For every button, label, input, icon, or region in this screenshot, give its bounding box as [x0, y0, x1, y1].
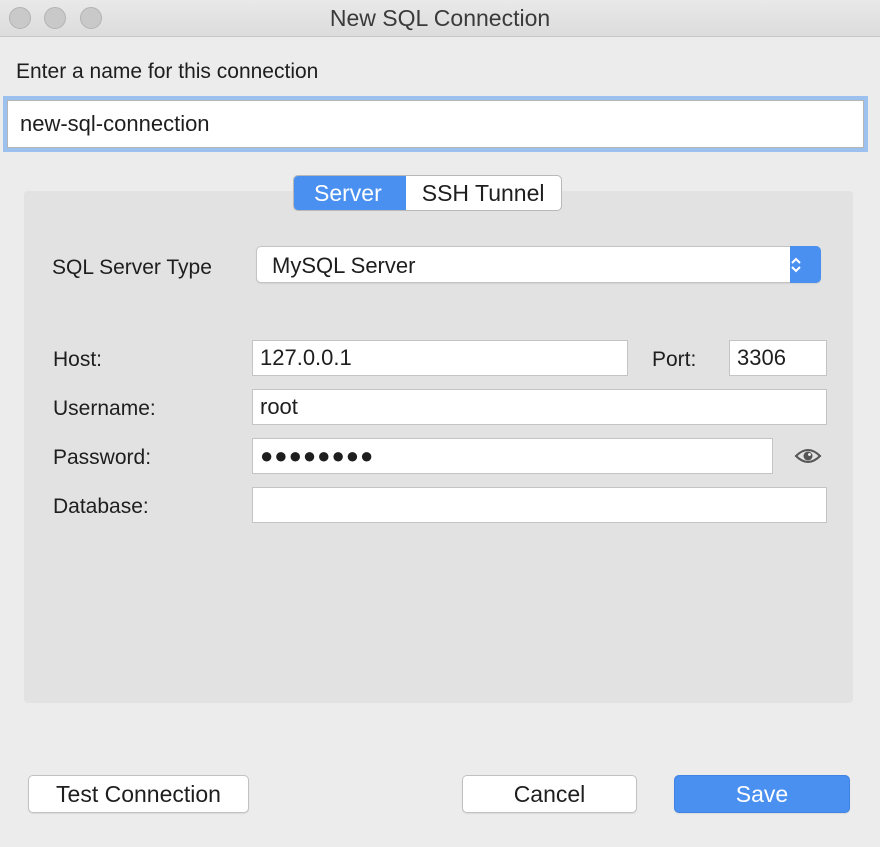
port-label: Port: [652, 348, 697, 371]
database-label: Database: [53, 495, 149, 518]
username-input[interactable] [252, 389, 827, 425]
database-input[interactable] [252, 487, 827, 523]
tab-server[interactable]: Server [294, 176, 406, 210]
port-input[interactable] [729, 340, 827, 376]
host-label: Host: [53, 348, 103, 371]
cancel-button[interactable]: Cancel [462, 775, 637, 813]
save-button[interactable]: Save [674, 775, 850, 813]
title-bar: New SQL Connection [0, 0, 880, 37]
password-input[interactable] [252, 438, 773, 474]
server-type-select[interactable]: MySQL Server [256, 246, 821, 283]
test-connection-button[interactable]: Test Connection [28, 775, 249, 813]
tab-ssh-tunnel[interactable]: SSH Tunnel [406, 176, 561, 210]
username-label: Username: [53, 397, 156, 420]
host-input[interactable] [252, 340, 628, 376]
connection-name-label: Enter a name for this connection [16, 60, 319, 83]
server-type-label: SQL Server Type [52, 256, 212, 279]
up-down-chevron-icon [790, 246, 821, 283]
password-label: Password: [53, 446, 152, 469]
connection-name-input[interactable] [7, 100, 864, 148]
server-type-value: MySQL Server [272, 253, 416, 278]
tab-bar: Server SSH Tunnel [293, 175, 562, 211]
eye-icon[interactable] [793, 443, 823, 469]
window-title: New SQL Connection [329, 5, 551, 31]
